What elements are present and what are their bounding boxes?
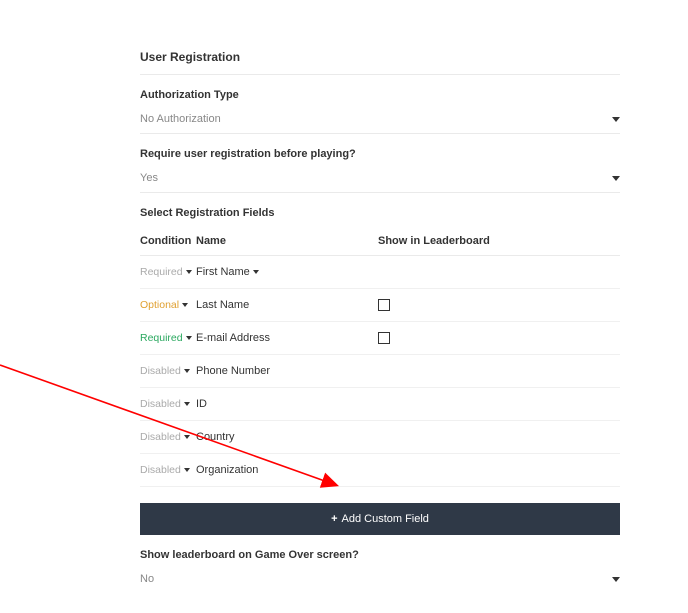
auth-type-select[interactable]: No Authorization xyxy=(140,109,620,134)
show-in-leaderboard-cell xyxy=(378,299,620,311)
field-name-text: Last Name xyxy=(196,299,249,311)
field-name: ID xyxy=(196,398,378,410)
show-leaderboard-select[interactable]: No xyxy=(140,569,620,593)
field-row: Disabled ID xyxy=(140,388,620,421)
field-name: Country xyxy=(196,431,378,443)
require-registration-group: Require user registration before playing… xyxy=(140,134,620,193)
chevron-down-icon xyxy=(184,402,190,406)
field-name: Organization xyxy=(196,464,378,476)
chevron-down-icon xyxy=(186,270,192,274)
chevron-down-icon xyxy=(184,468,190,472)
condition-select[interactable]: Disabled xyxy=(140,398,196,410)
condition-select[interactable]: Required xyxy=(140,266,196,278)
chevron-down-icon xyxy=(612,176,620,181)
field-name-text: First Name xyxy=(196,266,250,278)
field-row: Required First Name xyxy=(140,256,620,289)
chevron-down-icon xyxy=(253,270,259,274)
add-custom-field-button[interactable]: + Add Custom Field xyxy=(140,503,620,535)
condition-value: Disabled xyxy=(140,431,181,443)
fields-table-body: Required First Name Optional Last Name Requi… xyxy=(140,256,620,487)
field-row: Disabled Phone Number xyxy=(140,355,620,388)
auth-type-value: No Authorization xyxy=(140,113,221,125)
fields-table-header: Condition Name Show in Leaderboard xyxy=(140,227,620,256)
chevron-down-icon xyxy=(184,435,190,439)
field-name-text: E-mail Address xyxy=(196,332,270,344)
show-leaderboard-group: Show leaderboard on Game Over screen? No xyxy=(140,535,620,593)
user-registration-panel: User Registration Authorization Type No … xyxy=(0,0,688,613)
require-registration-label: Require user registration before playing… xyxy=(140,148,620,160)
registration-fields-group: Select Registration Fields Condition Nam… xyxy=(140,193,620,535)
condition-value: Disabled xyxy=(140,398,181,410)
field-name-text: Phone Number xyxy=(196,365,270,377)
field-row: Disabled Organization xyxy=(140,454,620,487)
condition-select[interactable]: Required xyxy=(140,332,196,344)
auth-type-label: Authorization Type xyxy=(140,89,620,101)
field-name: Phone Number xyxy=(196,365,378,377)
auth-type-group: Authorization Type No Authorization xyxy=(140,75,620,134)
require-registration-value: Yes xyxy=(140,172,158,184)
condition-value: Required xyxy=(140,332,183,344)
field-name-text: Country xyxy=(196,431,235,443)
condition-value: Disabled xyxy=(140,365,181,377)
chevron-down-icon xyxy=(182,303,188,307)
add-custom-field-label: Add Custom Field xyxy=(342,513,429,525)
chevron-down-icon xyxy=(612,117,620,122)
show-in-leaderboard-cell xyxy=(378,332,620,344)
condition-value: Disabled xyxy=(140,464,181,476)
plus-icon: + xyxy=(331,513,337,525)
condition-select[interactable]: Disabled xyxy=(140,431,196,443)
field-row: Optional Last Name xyxy=(140,289,620,322)
field-name-text: ID xyxy=(196,398,207,410)
condition-value: Required xyxy=(140,266,183,278)
header-condition: Condition xyxy=(140,235,196,247)
chevron-down-icon xyxy=(186,336,192,340)
field-name: First Name xyxy=(196,266,378,278)
field-row: Required E-mail Address xyxy=(140,322,620,355)
field-row: Disabled Country xyxy=(140,421,620,454)
show-in-leaderboard-checkbox[interactable] xyxy=(378,299,390,311)
condition-value: Optional xyxy=(140,299,179,311)
require-registration-select[interactable]: Yes xyxy=(140,168,620,193)
header-show: Show in Leaderboard xyxy=(378,235,620,247)
chevron-down-icon xyxy=(184,369,190,373)
show-leaderboard-label: Show leaderboard on Game Over screen? xyxy=(140,549,620,561)
condition-select[interactable]: Optional xyxy=(140,299,196,311)
condition-select[interactable]: Disabled xyxy=(140,464,196,476)
chevron-down-icon xyxy=(612,577,620,582)
field-name-text: Organization xyxy=(196,464,258,476)
registration-fields-label: Select Registration Fields xyxy=(140,207,620,219)
header-name: Name xyxy=(196,235,378,247)
field-name: E-mail Address xyxy=(196,332,378,344)
section-title: User Registration xyxy=(140,50,620,75)
show-in-leaderboard-checkbox[interactable] xyxy=(378,332,390,344)
show-leaderboard-value: No xyxy=(140,573,154,585)
condition-select[interactable]: Disabled xyxy=(140,365,196,377)
field-name: Last Name xyxy=(196,299,378,311)
